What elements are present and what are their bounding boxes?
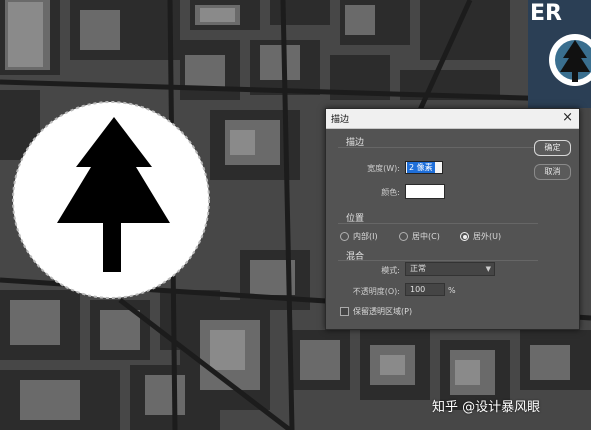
cancel-button[interactable]: 取消	[534, 164, 571, 180]
radio-outside[interactable]	[460, 232, 469, 241]
dialog-body: 描边 宽度(W): 2 像素 颜色: 位置 内部(I) 居中(C) 居外(U) …	[326, 129, 579, 329]
dialog-titlebar[interactable]: 描边 ×	[326, 109, 579, 129]
radio-center-label: 居中(C)	[412, 232, 440, 241]
opacity-input[interactable]: 100	[405, 283, 445, 296]
opacity-unit: %	[448, 286, 456, 295]
preserve-transparency-label: 保留透明区域(P)	[353, 307, 413, 316]
blend-mode-value: 正常	[410, 264, 426, 273]
ok-button[interactable]: 确定	[534, 140, 571, 156]
stroke-dialog: 描边 × 描边 宽度(W): 2 像素 颜色: 位置 内部(I) 居中(C) 居…	[325, 108, 580, 330]
color-label: 颜色:	[381, 188, 400, 197]
position-section-divider	[338, 223, 538, 224]
size-value: 2 像素	[407, 162, 435, 173]
dialog-title: 描边	[331, 115, 350, 125]
close-icon[interactable]: ×	[562, 110, 573, 126]
radio-center[interactable]	[399, 232, 408, 241]
radio-inside-label: 内部(I)	[353, 232, 378, 241]
opacity-label: 不透明度(O):	[352, 287, 400, 296]
watermark-text: 知乎 @设计暴风眼	[432, 400, 541, 415]
chevron-down-icon: ▼	[485, 265, 491, 273]
radio-outside-label: 居外(U)	[473, 232, 502, 241]
color-swatch[interactable]	[405, 184, 445, 199]
svg-text:ER: ER	[530, 1, 562, 26]
radio-inside[interactable]	[340, 232, 349, 241]
blend-section-divider	[338, 260, 538, 261]
size-label: 宽度(W):	[367, 164, 400, 173]
stroke-section-divider	[338, 147, 538, 148]
size-input[interactable]: 2 像素	[405, 161, 443, 174]
mode-label: 模式:	[381, 266, 400, 275]
preserve-transparency-checkbox[interactable]	[340, 307, 349, 316]
blend-mode-select[interactable]: 正常 ▼	[405, 262, 495, 276]
opacity-value: 100	[410, 285, 426, 294]
